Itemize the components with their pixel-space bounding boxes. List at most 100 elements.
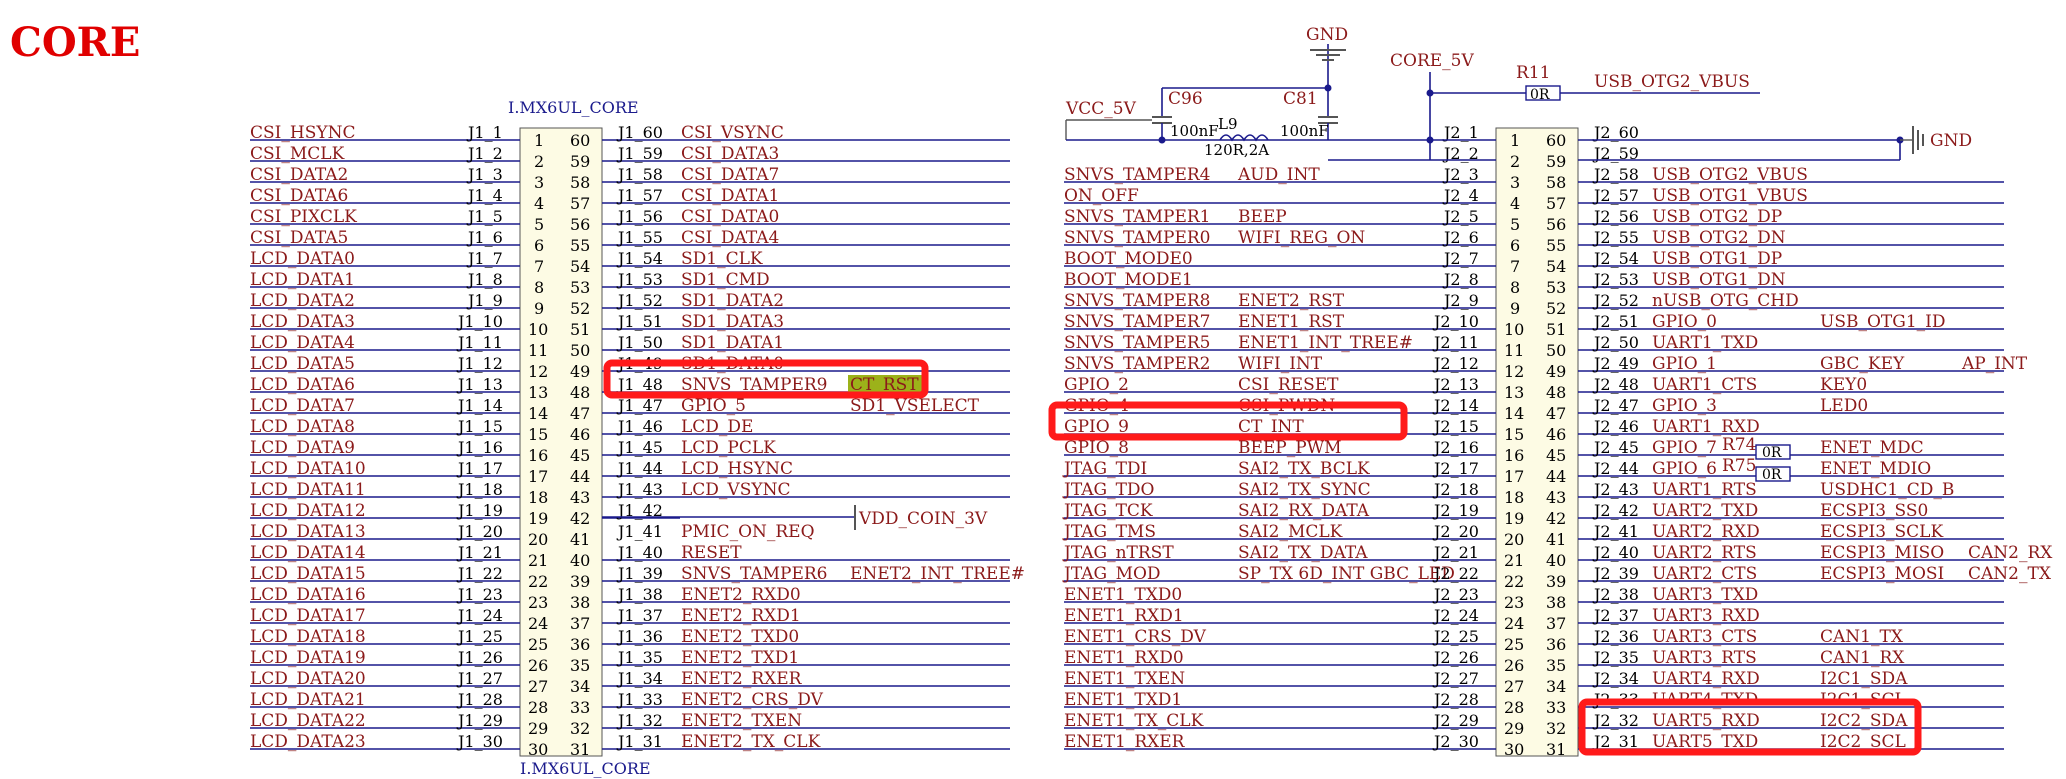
left-right-pin-ref: J1_31 [616, 732, 663, 751]
right-left-function-label: BEEP_PWM [1238, 438, 1342, 458]
left-net-label: CSI_DATA6 [250, 186, 348, 206]
right-left-function-label: WIFI_REG_ON [1238, 228, 1365, 248]
right-pin-number: 37 [1546, 614, 1566, 633]
right-right-pin-ref: J2_54 [1592, 249, 1639, 268]
left-pin-number: 46 [570, 425, 590, 444]
right-right-function-label: I2C1_SDA [1820, 669, 1908, 689]
right-right-net-label: USB_OTG1_VBUS [1652, 186, 1808, 206]
right-left-pin-ref: J2_3 [1442, 165, 1479, 184]
left-right-pin-ref: J1_52 [616, 291, 663, 310]
right-left-function-label: WIFI_INT [1238, 354, 1323, 374]
right-pin-number: 31 [1546, 740, 1566, 759]
right-pin-number: 25 [1504, 635, 1524, 654]
right-left-net-label: ENET1_TX_CLK [1064, 711, 1204, 731]
left-pin-number: 53 [570, 278, 590, 297]
right-right-net-label: UART1_RTS [1652, 480, 1757, 500]
left-chip-name-top: I.MX6UL_CORE [508, 98, 639, 117]
right-pin-number: 6 [1510, 236, 1520, 255]
right-left-function-label: SAI2_RX_DATA [1238, 501, 1370, 521]
left-pin-number: 48 [570, 383, 590, 402]
left-right-extra-label: ENET2_INT_TREE# [850, 564, 1025, 584]
left-right-extra-label: SD1_VSELECT [850, 396, 980, 416]
left-right-pin-ref: J1_43 [616, 480, 663, 499]
right-left-pin-ref: J2_25 [1432, 627, 1479, 646]
right-right-pin-ref: J2_46 [1592, 417, 1639, 436]
right-right-pin-ref: J2_52 [1592, 291, 1639, 310]
right-right-pin-ref: J2_43 [1592, 480, 1639, 499]
left-pin-number: 59 [570, 152, 590, 171]
right-pin-number: 59 [1546, 152, 1566, 171]
c96-ref: C96 [1168, 89, 1203, 109]
right-left-pin-ref: J2_21 [1432, 543, 1479, 562]
r11-value: 0R [1530, 87, 1550, 103]
right-left-pin-ref: J2_14 [1432, 396, 1479, 415]
left-pin-ref: J1_4 [466, 186, 503, 205]
vdd-coin-label: VDD_COIN_3V [858, 509, 988, 529]
right-pin-number: 2 [1510, 152, 1520, 171]
left-pin-number: 13 [528, 383, 548, 402]
right-pin-number: 47 [1546, 404, 1566, 423]
right-left-pin-ref: J2_30 [1432, 732, 1479, 751]
left-pin-number: 44 [570, 467, 590, 486]
right-right-pin-ref: J2_51 [1592, 312, 1639, 331]
left-pin-ref: J1_12 [456, 354, 503, 373]
right-pin-number: 16 [1504, 446, 1524, 465]
right-left-pin-ref: J2_17 [1432, 459, 1479, 478]
right-pin-number: 41 [1546, 530, 1566, 549]
left-pin-number: 4 [534, 194, 544, 213]
left-right-net-label: ENET2_RXD1 [681, 606, 801, 626]
right-right-function2-label: CAN2_TX [1968, 564, 2052, 584]
right-left-pin-ref: J2_7 [1442, 249, 1479, 268]
right-pin-number: 32 [1546, 719, 1566, 738]
right-pin-number: 8 [1510, 278, 1520, 297]
left-pin-number: 43 [570, 488, 590, 507]
right-right-net-label: UART5_RXD [1652, 711, 1760, 731]
right-pin-number: 30 [1504, 740, 1524, 759]
left-chip-name-bottom: I.MX6UL_CORE [520, 759, 651, 778]
right-right-function-label: GBC_KEY [1820, 354, 1905, 374]
right-pin-number: 53 [1546, 278, 1566, 297]
left-pin-number: 2 [534, 152, 544, 171]
right-right-pin-ref: J2_42 [1592, 501, 1639, 520]
left-pin-ref: J1_11 [456, 333, 503, 352]
right-right-pin-ref: J2_55 [1592, 228, 1639, 247]
left-right-pin-ref: J1_34 [616, 669, 663, 688]
left-pin-number: 21 [528, 551, 548, 570]
r11-ref: R11 [1516, 63, 1550, 83]
right-left-net-label: SNVS_TAMPER1 [1064, 207, 1211, 227]
right-pin-number: 7 [1510, 257, 1520, 276]
right-right-function-label: LED0 [1820, 396, 1868, 416]
right-left-net-label: JTAG_TDI [1062, 459, 1147, 479]
left-pin-number: 10 [528, 320, 548, 339]
right-right-pin-ref: J2_38 [1592, 585, 1639, 604]
left-right-net-label: ENET2_TX_CLK [681, 732, 821, 752]
left-right-net-label: ENET2_CRS_DV [681, 690, 824, 710]
left-pin-ref: J1_28 [456, 690, 503, 709]
right-left-function-label: SAI2_MCLK [1238, 522, 1343, 542]
left-right-net-label: ENET2_RXER [681, 669, 803, 689]
left-right-net-label: SNVS_TAMPER6 [681, 564, 828, 584]
right-pin-number: 1 [1510, 131, 1520, 150]
left-right-net-label: CSI_VSYNC [681, 123, 784, 143]
left-pin-number: 19 [528, 509, 548, 528]
right-right-function-label: ECSPI3_MISO [1820, 543, 1944, 563]
left-pin-number: 9 [534, 299, 544, 318]
left-pin-ref: J1_18 [456, 480, 503, 499]
right-left-net-label: JTAG_TDO [1062, 480, 1155, 500]
left-pin-number: 50 [570, 341, 590, 360]
left-right-pin-ref: J1_37 [616, 606, 663, 625]
left-right-pin-ref: J1_45 [616, 438, 663, 457]
right-left-net-label: ENET1_TXD0 [1064, 585, 1182, 605]
right-right-net-label: UART2_CTS [1652, 564, 1757, 584]
left-right-net-label: LCD_DE [681, 417, 753, 437]
right-right-pin-ref: J2_45 [1592, 438, 1639, 457]
left-right-pin-ref: J1_55 [616, 228, 663, 247]
right-pin-number: 3 [1510, 173, 1520, 192]
right-left-function-label: SAI2_TX_DATA [1238, 543, 1368, 563]
right-right-pin-ref: J2_36 [1592, 627, 1639, 646]
left-pin-number: 36 [570, 635, 590, 654]
right-left-pin-ref: J2_20 [1432, 522, 1479, 541]
left-right-pin-ref: J1_54 [616, 249, 663, 268]
left-pin-ref: J1_2 [466, 144, 503, 163]
right-pin-number: 55 [1546, 236, 1566, 255]
